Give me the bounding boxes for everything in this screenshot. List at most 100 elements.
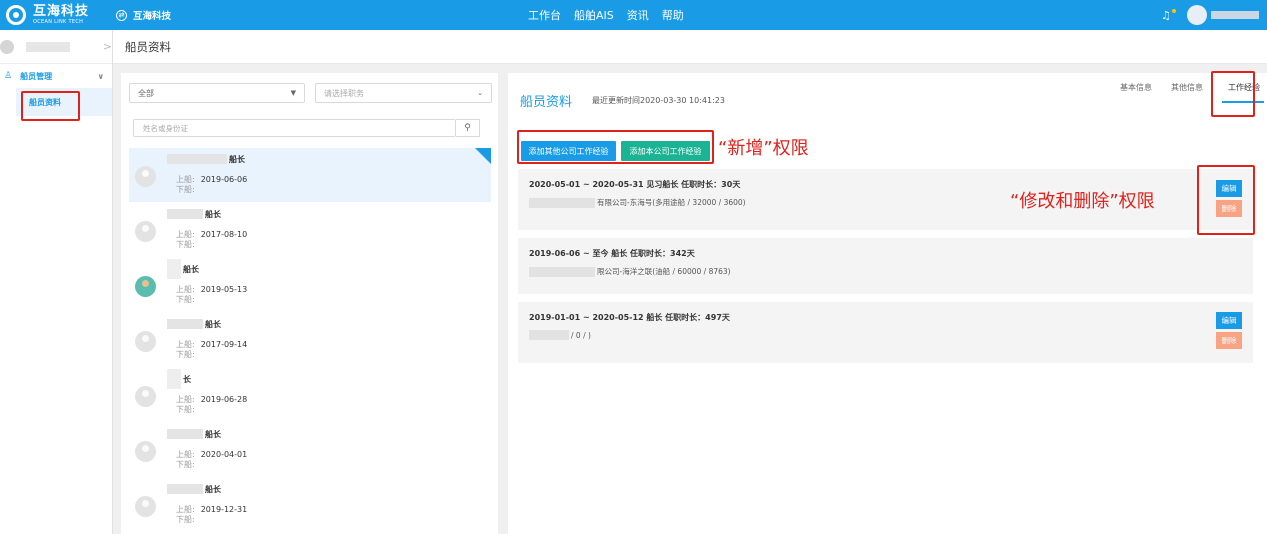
sidebar-user[interactable]: > [0, 30, 112, 64]
crew-list-item[interactable]: 船长 上船: 2019-06-06 下船: [129, 148, 491, 202]
crew-list-item[interactable]: 船长 上船: 2017-09-14 下船: [129, 313, 491, 367]
logo[interactable]: 互海科技 OCEAN LINK TECH [0, 5, 98, 25]
board-label: 上船: [176, 285, 195, 294]
search-input[interactable]: 姓名或身份证 [133, 119, 456, 137]
board-label: 上船: [176, 340, 195, 349]
annotation-edit-delete-permission: “修改和删除”权限 [1010, 191, 1155, 212]
crew-rank: 船长 [205, 429, 221, 439]
tab-basic-info[interactable]: 基本信息 [1120, 82, 1152, 103]
crew-avatar [135, 221, 156, 242]
leave-label: 下船: [176, 240, 195, 249]
chevron-right-icon: > [102, 40, 112, 53]
experience-company-text: 限公司-海洋之联(油船 / 60000 / 8763) [597, 267, 731, 276]
bell-icon[interactable]: ♫ [1161, 9, 1176, 22]
board-label: 上船: [176, 395, 195, 404]
board-label: 上船: [176, 175, 195, 184]
user-name-redacted [25, 41, 70, 52]
logo-subtitle: OCEAN LINK TECH [33, 19, 84, 25]
crew-name: 船长 [167, 484, 221, 494]
sidebar-group-label: 船员管理 [20, 71, 53, 81]
name-redacted [167, 154, 227, 164]
crew-rank: 船长 [205, 484, 221, 494]
name-redacted [167, 209, 203, 219]
page-title: 船员资料 [125, 39, 171, 54]
leave-label: 下船: [176, 295, 195, 304]
board-date: 2017-08-10 [200, 230, 248, 239]
experience-company: 有限公司-东海号(多用途船 / 32000 / 3600) [529, 197, 746, 208]
board-date: 2017-09-14 [200, 340, 248, 349]
org-name: 互海科技 [133, 11, 172, 22]
name-redacted [167, 369, 181, 389]
crew-leave: 下船: [176, 404, 201, 415]
annotation-add-permission: “新增”权限 [718, 138, 809, 159]
experience-header: 2019-01-01 ~ 2020-05-12 船长 任职时长：497天 [529, 313, 730, 322]
experience-company: / 0 / ) [529, 330, 591, 340]
crew-list-item[interactable]: 长 上船: 2019-06-28 下船: [129, 368, 491, 422]
experience-company-text: / 0 / ) [571, 330, 591, 340]
crew-avatar [135, 496, 156, 517]
delete-button[interactable]: 删除 [1216, 332, 1242, 349]
crew-rank: 船长 [205, 209, 221, 219]
crew-leave: 下船: [176, 239, 201, 250]
category-select[interactable]: 全部 ▼ [129, 83, 305, 103]
crew-list-item[interactable]: 船长 上船: 2019-05-13 下船: [129, 258, 491, 312]
experience-header: 2019-06-06 ~ 至今 船长 任职时长：342天 [529, 249, 695, 258]
crew-avatar [135, 386, 156, 407]
search-button[interactable]: ⚲ [456, 119, 480, 137]
detail-title: 船员资料 [520, 95, 573, 110]
sidebar-group-crew-management[interactable]: ♙ 船员管理 ∨ [0, 64, 112, 88]
crew-leave: 下船: [176, 349, 201, 360]
crew-rank: 船长 [229, 154, 245, 164]
position-select[interactable]: 请选择职务 ⌄ [315, 83, 492, 103]
annotation-box-add-buttons [517, 130, 714, 164]
company-redacted [529, 197, 595, 208]
avatar[interactable] [1187, 5, 1207, 25]
board-date: 2019-06-06 [200, 175, 248, 184]
position-select-placeholder: 请选择职务 [324, 88, 364, 98]
crew-name: 船长 [167, 154, 245, 164]
name-redacted [167, 319, 203, 329]
crew-name: 船长 [167, 209, 221, 219]
leave-label: 下船: [176, 185, 195, 194]
experience-company: 限公司-海洋之联(油船 / 60000 / 8763) [529, 266, 731, 277]
breadcrumb: 船员资料 [113, 30, 1267, 64]
crew-name: 船长 [167, 259, 199, 279]
tab-other-info[interactable]: 其他信息 [1171, 82, 1203, 103]
annotation-box-work-tab [1211, 71, 1255, 117]
crew-list-item[interactable]: 船长 上船: 2020-04-01 下船: [129, 423, 491, 477]
nav-workbench[interactable]: 工作台 [528, 7, 561, 23]
board-label: 上船: [176, 230, 195, 239]
crew-leave: 下船: [176, 514, 201, 525]
board-label: 上船: [176, 505, 195, 514]
org-switcher[interactable]: ⇄ 互海科技 [116, 8, 171, 22]
crew-name: 船长 [167, 319, 221, 329]
experience-header: 2020-05-01 ~ 2020-05-31 见习船长 任职时长：30天 [529, 180, 741, 189]
crew-rank: 长 [183, 374, 191, 384]
board-date: 2019-06-28 [200, 395, 248, 404]
switch-icon: ⇄ [116, 9, 127, 21]
logo-icon [6, 5, 26, 25]
leave-label: 下船: [176, 515, 195, 524]
crew-leave: 下船: [176, 184, 201, 195]
user-icon: ♙ [4, 71, 13, 81]
logo-title: 互海科技 [33, 4, 90, 19]
annotation-box-edit-delete [1197, 165, 1255, 235]
crew-avatar [135, 276, 156, 297]
experience-card: 2019-06-06 ~ 至今 船长 任职时长：342天 限公司-海洋之联(油船… [518, 238, 1253, 294]
crew-avatar [135, 441, 156, 462]
user-name-redacted[interactable] [1211, 11, 1259, 19]
last-updated: 最近更新时间2020-03-30 10:41:23 [592, 96, 725, 105]
category-select-value: 全部 [138, 88, 154, 98]
nav-ship-ais[interactable]: 船舶AIS [574, 7, 614, 23]
board-date: 2020-04-01 [200, 450, 248, 459]
top-nav: 工作台 船舶AIS 资讯 帮助 [528, 0, 684, 30]
edit-button[interactable]: 编辑 [1216, 312, 1242, 329]
annotation-box-sidebar [21, 91, 80, 121]
nav-help[interactable]: 帮助 [662, 7, 684, 23]
name-redacted [167, 484, 203, 494]
top-bar: 互海科技 OCEAN LINK TECH ⇄ 互海科技 工作台 船舶AIS 资讯… [0, 0, 1267, 30]
crew-list-item[interactable]: 船长 上船: 2019-12-31 下船: [129, 478, 491, 532]
nav-news[interactable]: 资讯 [627, 7, 649, 23]
crew-avatar [135, 166, 156, 187]
crew-list-item[interactable]: 船长 上船: 2017-08-10 下船: [129, 203, 491, 257]
